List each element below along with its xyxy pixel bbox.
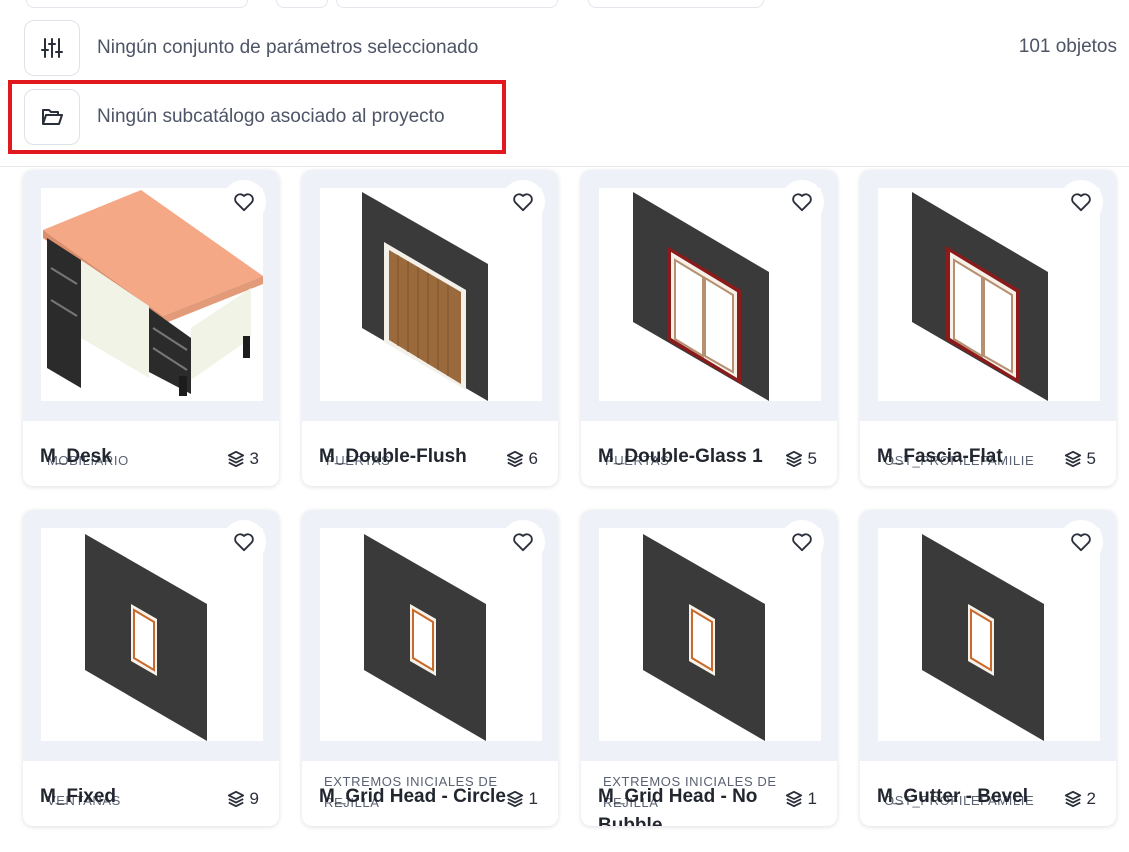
object-card[interactable]: MOBILIARIO 3 M_Desk [23,170,279,486]
heart-icon [1071,533,1091,552]
catalog-view: Ningún conjunto de parámetros selecciona… [0,0,1129,852]
object-name[interactable]: M_Desk [40,442,263,471]
heart-icon [1071,193,1091,212]
sliders-icon [41,38,63,58]
object-name[interactable]: M_Gutter - Bevel [877,782,1100,811]
favorite-button[interactable] [501,520,545,564]
window-thumbnail [364,534,486,741]
object-name[interactable]: M_Grid Head - No Bubble [598,782,821,826]
object-card[interactable]: EXTREMOS INICIALES DE REJILLA 1 M_Grid H… [581,510,837,826]
heart-icon [513,533,533,552]
object-name[interactable]: M_Double-Glass 1 [598,442,821,471]
favorite-button[interactable] [1059,520,1103,564]
object-grid: MOBILIARIO 3 M_Desk PUERTAS 6 M_Double-F… [23,170,1116,826]
favorite-button[interactable] [780,180,824,224]
door-thumbnail [362,192,488,401]
object-card[interactable]: EXTREMOS INICIALES DE REJILLA 1 M_Grid H… [302,510,558,826]
favorite-button[interactable] [222,520,266,564]
object-name[interactable]: M_Double-Flush [319,442,542,471]
parameter-set-row: Ningún conjunto de parámetros selecciona… [24,20,478,76]
divider [0,166,1129,167]
object-card[interactable]: OST_PROFILEFAMILIES 2 M_Gutter - Bevel [860,510,1116,826]
desk-thumbnail [43,190,263,396]
heart-icon [234,193,254,212]
heart-icon [234,533,254,552]
top-filter-stub[interactable] [276,0,328,8]
top-filter-stub[interactable] [26,0,248,8]
object-card[interactable]: PUERTAS 6 M_Double-Flush [302,170,558,486]
heart-icon [513,193,533,212]
window-thumbnail [643,534,765,741]
window-thumbnail [922,534,1044,741]
object-count: 101 objetos [1018,36,1117,57]
parameter-set-button[interactable] [24,20,80,76]
favorite-button[interactable] [1059,180,1103,224]
object-name[interactable]: M_Fixed [40,782,263,811]
window-thumbnail [85,534,207,741]
heart-icon [792,533,812,552]
top-filter-stub[interactable] [588,0,764,8]
object-name[interactable]: M_Grid Head - Circle [319,782,542,811]
top-filter-stub[interactable] [336,0,558,8]
object-card[interactable]: VENTANAS 9 M_Fixed [23,510,279,826]
heart-icon [792,193,812,212]
favorite-button[interactable] [501,180,545,224]
object-name[interactable]: M_Fascia-Flat [877,442,1100,471]
favorite-button[interactable] [780,520,824,564]
door-thumbnail [633,192,769,401]
object-card[interactable]: OST_PROFILEFAMILIES 5 M_Fascia-Flat [860,170,1116,486]
door-thumbnail [912,192,1048,401]
highlight-box [8,80,506,154]
favorite-button[interactable] [222,180,266,224]
parameter-set-label: Ningún conjunto de parámetros selecciona… [97,37,479,58]
object-card[interactable]: PUERTAS 5 M_Double-Glass 1 [581,170,837,486]
